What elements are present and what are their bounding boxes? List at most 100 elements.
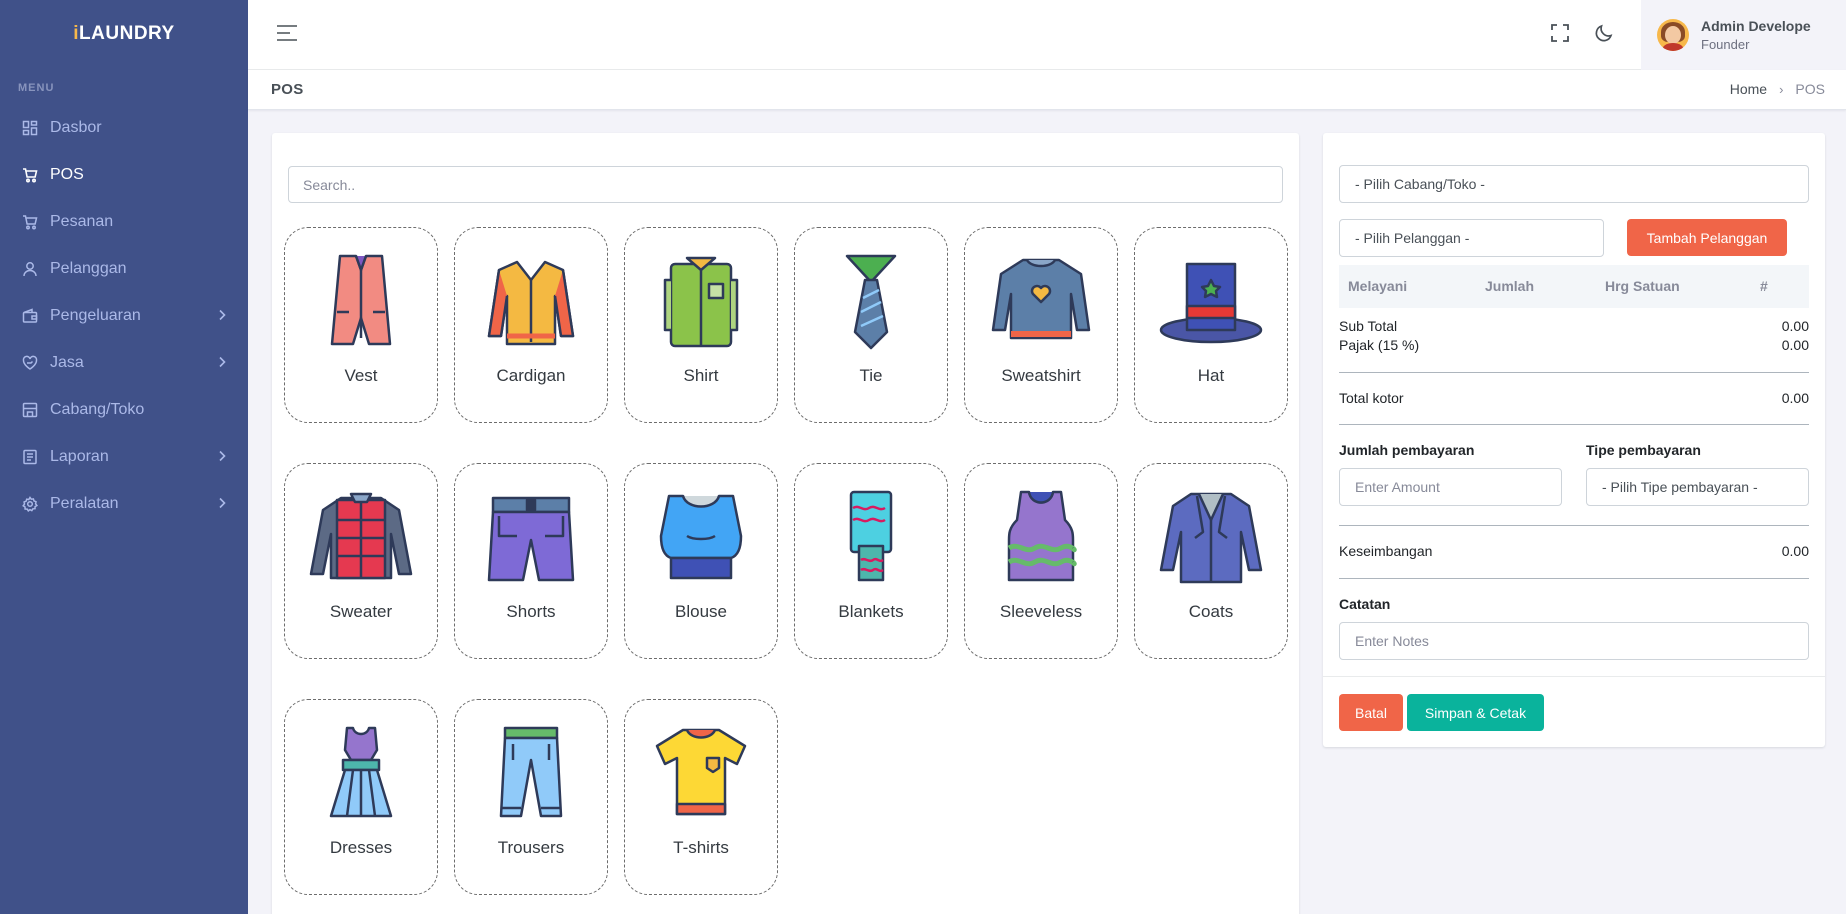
product-name: Dresses [329, 838, 393, 857]
product-name: Coats [1188, 602, 1234, 621]
dark-mode-moon-icon[interactable] [1594, 23, 1614, 47]
sidebar-item-peralatan[interactable]: Peralatan [0, 480, 248, 527]
column-header-hrg-satuan: Hrg Satuan [1605, 278, 1680, 294]
gross-total-value: 0.00 [1781, 390, 1809, 406]
add-customer-button[interactable]: Tambah Pelanggan [1627, 219, 1787, 256]
breadcrumb-home-link[interactable]: Home [1730, 81, 1767, 97]
product-tile-t-shirts[interactable]: T-shirts [624, 699, 778, 895]
user-profile-dropdown[interactable]: Admin Develope Founder [1641, 0, 1846, 70]
divider [1339, 372, 1809, 373]
gross-total-label: Total kotor [1339, 390, 1404, 406]
user-name: Admin Develope [1701, 18, 1811, 34]
subtotal-label: Sub Total [1339, 318, 1398, 334]
product-tile-sleeveless[interactable]: Sleeveless [964, 463, 1118, 659]
sidebar-item-label: Dasbor [50, 118, 102, 136]
amount-input[interactable]: Enter Amount [1339, 468, 1562, 506]
coats-icon [1159, 492, 1263, 584]
store-icon [22, 402, 38, 418]
shorts-icon [487, 496, 575, 582]
fullscreen-icon[interactable] [1550, 23, 1570, 47]
tax-label: Pajak (15 %) [1339, 337, 1420, 353]
product-tile-coats[interactable]: Coats [1134, 463, 1288, 659]
sidebar-item-dasbor[interactable]: Dasbor [0, 104, 248, 151]
app-logo[interactable]: i LAUNDRY [0, 0, 248, 68]
sidebar-item-pengeluaran[interactable]: Pengeluaran [0, 292, 248, 339]
subtotal-value: 0.00 [1781, 318, 1809, 334]
column-header-hash: # [1760, 278, 1768, 294]
sidebar-item-pos[interactable]: POS [0, 151, 248, 198]
sidebar-item-label: Pelanggan [50, 259, 127, 277]
product-tile-shorts[interactable]: Shorts [454, 463, 608, 659]
cart-icon [22, 214, 38, 230]
balance-label: Keseimbangan [1339, 543, 1433, 559]
page-title-bar: POS Home › POS [248, 70, 1846, 110]
sidebar-item-cabang-toko[interactable]: Cabang/Toko [0, 386, 248, 433]
product-tile-blankets[interactable]: Blankets [794, 463, 948, 659]
order-panel: - Pilih Cabang/Toko - - Pilih Pelanggan … [1323, 133, 1825, 747]
product-tile-blouse[interactable]: Blouse [624, 463, 778, 659]
cancel-button[interactable]: Batal [1339, 694, 1403, 731]
sidebar: i LAUNDRY MENU Dasbor POS Pesanan Pelangg… [0, 0, 248, 914]
product-name: Tie [859, 366, 883, 385]
breadcrumb-separator-icon: › [1779, 81, 1784, 97]
topbar: Admin Develope Founder [248, 0, 1846, 70]
product-name: Sweater [329, 602, 393, 621]
save-print-button[interactable]: Simpan & Cetak [1407, 694, 1544, 731]
vest-icon [330, 254, 392, 346]
product-tile-shirt[interactable]: Shirt [624, 227, 778, 423]
product-name: Blankets [838, 602, 904, 621]
sweater-icon [309, 492, 413, 580]
sidebar-item-laporan[interactable]: Laporan [0, 433, 248, 480]
payment-type-label: Tipe pembayaran [1586, 442, 1701, 458]
product-name: Vest [344, 366, 378, 385]
divider [1339, 525, 1809, 526]
hat-icon [1159, 262, 1263, 344]
product-tile-sweater[interactable]: Sweater [284, 463, 438, 659]
chevron-right-icon [218, 308, 226, 326]
product-tile-cardigan[interactable]: Cardigan [454, 227, 608, 423]
product-tile-sweatshirt[interactable]: Sweatshirt [964, 227, 1118, 423]
t-shirts-icon [655, 728, 747, 816]
product-name: Sleeveless [999, 602, 1083, 621]
branch-select[interactable]: - Pilih Cabang/Toko - [1339, 165, 1809, 203]
sweatshirt-icon [991, 258, 1091, 340]
product-name: Shorts [506, 602, 556, 621]
product-tile-trousers[interactable]: Trousers [454, 699, 608, 895]
column-header-jumlah: Jumlah [1485, 278, 1535, 294]
product-tile-dresses[interactable]: Dresses [284, 699, 438, 895]
user-role: Founder [1701, 37, 1750, 52]
order-table-header: Melayani Jumlah Hrg Satuan # [1339, 265, 1809, 308]
divider [1323, 676, 1825, 677]
sidebar-item-label: Laporan [50, 447, 109, 465]
product-name: Hat [1197, 366, 1225, 385]
sidebar-item-label: Cabang/Toko [50, 400, 145, 418]
notes-label: Catatan [1339, 596, 1391, 612]
product-tile-vest[interactable]: Vest [284, 227, 438, 423]
breadcrumb-current: POS [1795, 81, 1825, 97]
product-tile-tie[interactable]: Tie [794, 227, 948, 423]
cardigan-icon [487, 260, 575, 346]
product-name: Trousers [497, 838, 565, 857]
avatar [1657, 19, 1689, 51]
dresses-icon [329, 726, 393, 818]
search-input[interactable] [288, 166, 1283, 203]
sidebar-item-jasa[interactable]: Jasa [0, 339, 248, 386]
sidebar-item-label: Jasa [50, 353, 84, 371]
chevron-right-icon [218, 496, 226, 514]
sidebar-item-pelanggan[interactable]: Pelanggan [0, 245, 248, 292]
page-title: POS [271, 81, 304, 98]
column-header-melayani: Melayani [1348, 278, 1408, 294]
customer-select[interactable]: - Pilih Pelanggan - [1339, 219, 1604, 257]
cart-icon [22, 167, 38, 183]
breadcrumb: Home › POS [1730, 81, 1825, 97]
logo-text: LAUNDRY [79, 23, 175, 44]
notes-input[interactable]: Enter Notes [1339, 622, 1809, 660]
hamburger-menu-icon[interactable] [276, 24, 298, 46]
payment-type-select[interactable]: - Pilih Tipe pembayaran - [1586, 468, 1809, 506]
sidebar-item-pesanan[interactable]: Pesanan [0, 198, 248, 245]
product-name: T-shirts [673, 838, 729, 857]
menu-title: MENU [18, 82, 55, 94]
product-tile-hat[interactable]: Hat [1134, 227, 1288, 423]
shirt-icon [663, 256, 739, 348]
report-icon [22, 449, 38, 465]
